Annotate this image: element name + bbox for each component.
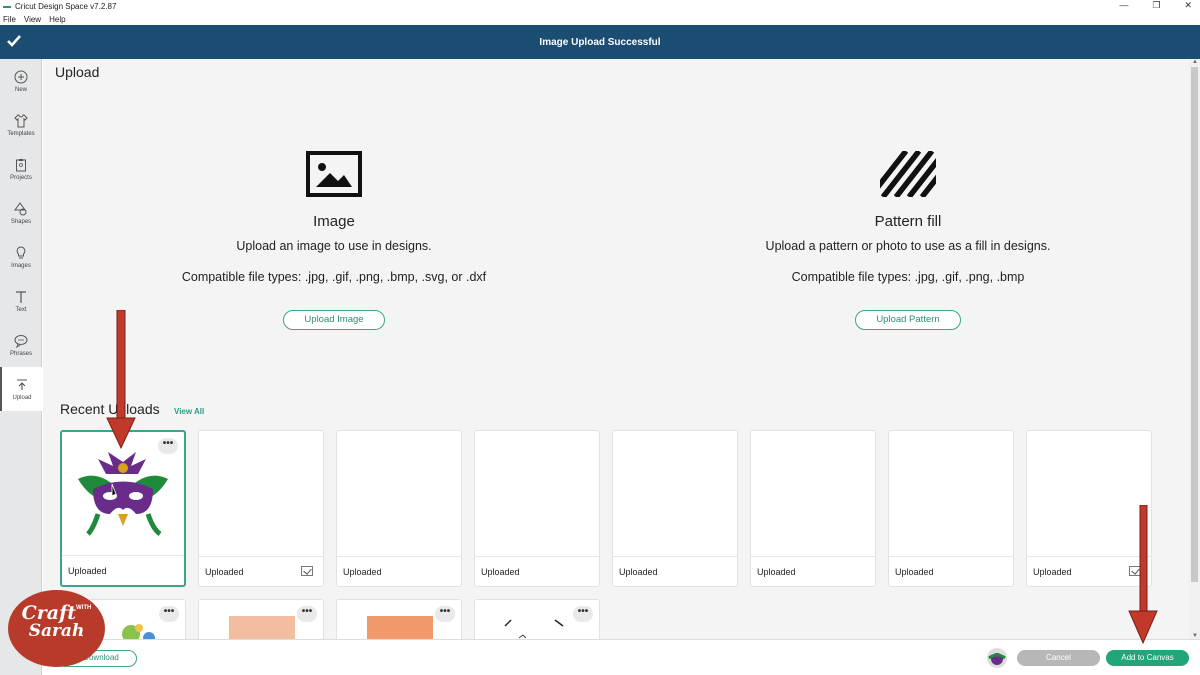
menu-view[interactable]: View — [24, 15, 41, 24]
left-sidebar: New Templates Projects Shapes Images Tex… — [0, 59, 42, 675]
sidebar-item-shapes[interactable]: Shapes — [0, 191, 42, 235]
shapes-icon — [14, 201, 27, 215]
logo-with: WITH — [76, 605, 92, 611]
sidebar-item-projects[interactable]: Projects — [0, 147, 42, 191]
more-options-icon[interactable]: ••• — [159, 606, 179, 622]
more-options-icon[interactable]: ••• — [297, 606, 317, 622]
watermark-logo: CraftWITH Sarah — [8, 590, 105, 667]
upload-card[interactable]: Uploaded — [612, 430, 738, 587]
menu-file[interactable]: File — [3, 15, 16, 24]
upload-card-label: Uploaded — [62, 555, 184, 585]
bottom-action-bar: Download Cancel Add to Canvas — [43, 639, 1200, 675]
image-heading: Image — [313, 213, 355, 230]
upload-icon — [17, 378, 27, 390]
sidebar-item-label: Images — [11, 262, 31, 269]
arrow-down-icon — [106, 310, 136, 450]
sidebar-item-label: Upload — [12, 394, 32, 401]
status-header: Image Upload Successful — [0, 25, 1200, 59]
pattern-upload-panel: Pattern fill Upload a pattern or photo t… — [708, 151, 1108, 330]
menu-bar: File View Help — [0, 13, 1200, 25]
window-controls: — ❐ ✕ — [1119, 0, 1192, 11]
upload-card[interactable]: ••• — [336, 599, 462, 639]
upload-card[interactable]: ••• Uploaded — [60, 430, 186, 587]
orange-swatch-thumbnail — [367, 616, 433, 639]
plus-circle-icon — [14, 70, 28, 83]
page-title: Upload — [55, 64, 100, 80]
upload-main: Upload Image Upload an image to use in d… — [43, 59, 1189, 639]
sidebar-item-label: Phrases — [9, 350, 32, 357]
clipboard-icon — [16, 158, 26, 171]
maximize-icon[interactable]: ❐ — [1152, 0, 1160, 11]
image-icon — [306, 151, 362, 197]
cartoon-thumbnail — [122, 624, 155, 639]
image-description: Upload an image to use in designs. — [236, 239, 432, 253]
add-to-canvas-button[interactable]: Add to Canvas — [1106, 650, 1189, 666]
upload-card[interactable]: Uploaded — [474, 430, 600, 587]
pattern-file-types: Compatible file types: .jpg, .gif, .png,… — [791, 270, 1025, 284]
upload-card-label: Uploaded — [889, 556, 1013, 586]
window-title: Cricut Design Space v7.2.87 — [15, 2, 117, 11]
lightbulb-icon — [16, 245, 26, 258]
upload-card[interactable]: ••• — [198, 599, 324, 639]
avatar — [987, 648, 1007, 668]
upload-card[interactable]: Uploaded — [888, 430, 1014, 587]
sidebar-item-templates[interactable]: Templates — [0, 103, 42, 147]
upload-card-label: Uploaded — [337, 556, 461, 586]
status-title: Image Upload Successful — [539, 36, 661, 48]
cancel-button[interactable]: Cancel — [1017, 650, 1100, 666]
more-options-icon[interactable]: ••• — [573, 606, 593, 622]
close-icon[interactable]: ✕ — [1184, 0, 1192, 11]
checkmark-icon[interactable] — [6, 32, 22, 50]
upload-card-label: Uploaded — [475, 556, 599, 586]
menu-help[interactable]: Help — [49, 15, 65, 24]
sidebar-item-text[interactable]: Text — [0, 279, 42, 323]
image-file-types: Compatible file types: .jpg, .gif, .png,… — [181, 270, 487, 284]
more-options-icon[interactable]: ••• — [158, 438, 178, 454]
upload-card-label: Uploaded — [613, 556, 737, 586]
sidebar-item-new[interactable]: New — [0, 59, 42, 103]
sidebar-item-phrases[interactable]: Phrases — [0, 323, 42, 367]
mask-thumbnail — [78, 452, 168, 537]
upload-card[interactable]: Uploaded — [336, 430, 462, 587]
speech-bubble-icon — [14, 334, 28, 348]
pattern-description: Upload a pattern or photo to use as a fi… — [765, 239, 1051, 253]
logo-line2: Sarah — [28, 621, 85, 641]
image-upload-panel: Image Upload an image to use in designs.… — [134, 151, 534, 330]
upload-card[interactable]: ••• — [474, 599, 600, 639]
minimize-icon[interactable]: — — [1119, 0, 1128, 11]
more-options-icon[interactable]: ••• — [435, 606, 455, 622]
text-icon — [16, 290, 26, 303]
pattern-icon — [880, 151, 936, 197]
sidebar-item-label: New — [14, 86, 27, 93]
upload-card[interactable]: Uploaded — [750, 430, 876, 587]
arrow-down-icon — [1128, 505, 1158, 645]
checkbox-icon[interactable] — [301, 566, 313, 576]
upload-pattern-button[interactable]: Upload Pattern — [855, 310, 961, 330]
shirt-icon — [14, 114, 28, 127]
title-bar: Cricut Design Space v7.2.87 — ❐ ✕ — [0, 0, 1200, 13]
scroll-up-icon[interactable]: ▲ — [1192, 59, 1198, 65]
sidebar-item-upload[interactable]: Upload — [0, 367, 42, 411]
app-icon — [3, 5, 11, 8]
upload-image-button[interactable]: Upload Image — [283, 310, 385, 330]
view-all-link[interactable]: View All — [174, 407, 204, 416]
main-scrollbar[interactable]: ▲ ▼ — [1189, 59, 1200, 639]
pattern-heading: Pattern fill — [874, 213, 942, 230]
sidebar-item-label: Templates — [7, 130, 35, 137]
scrollbar-thumb[interactable] — [1191, 67, 1198, 582]
line-art-thumbnail — [504, 619, 564, 639]
upload-card-label: Uploaded — [751, 556, 875, 586]
sidebar-item-label: Text — [15, 306, 27, 313]
sidebar-item-images[interactable]: Images — [0, 235, 42, 279]
sidebar-item-label: Shapes — [10, 218, 32, 225]
upload-card[interactable]: Uploaded — [198, 430, 324, 587]
peach-swatch-thumbnail — [229, 616, 295, 639]
sidebar-item-label: Projects — [10, 174, 32, 181]
